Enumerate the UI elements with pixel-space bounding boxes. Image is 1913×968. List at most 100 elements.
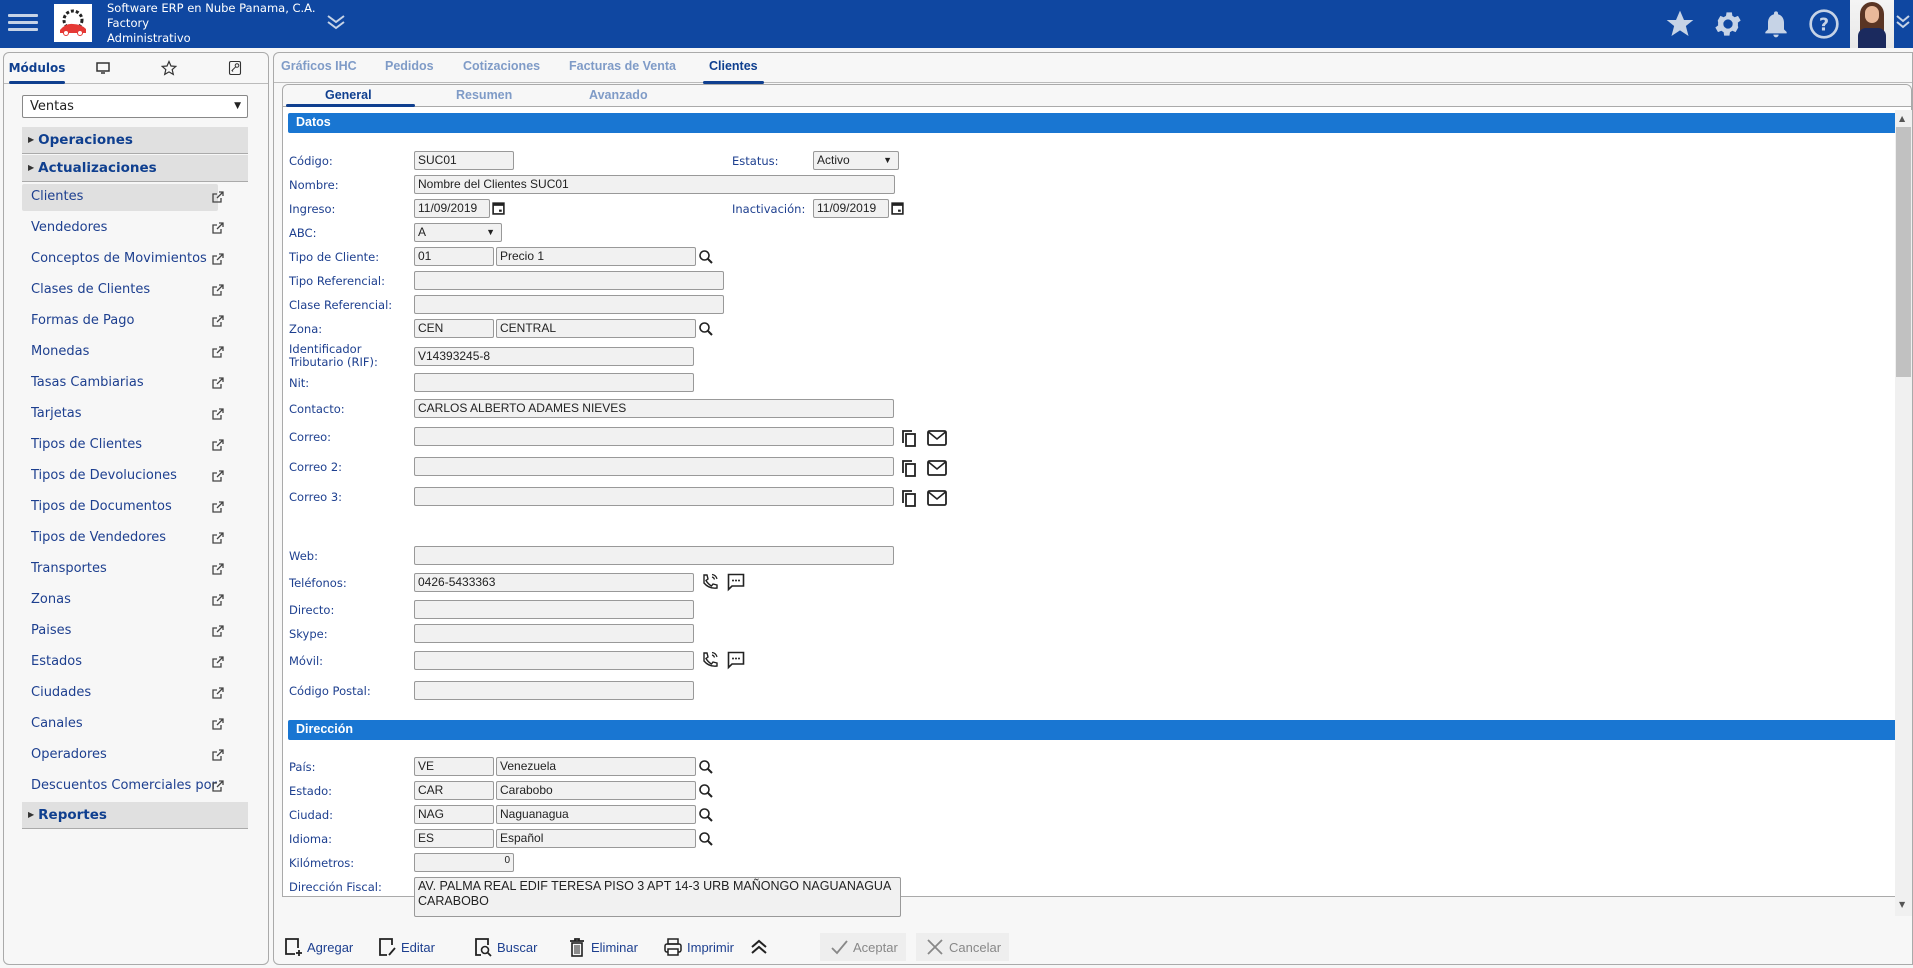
open-external-icon[interactable] bbox=[211, 190, 225, 204]
open-external-icon[interactable] bbox=[211, 655, 225, 669]
expand-icon[interactable] bbox=[325, 12, 347, 36]
cancelar-button[interactable]: Cancelar bbox=[916, 933, 1010, 961]
open-external-icon[interactable] bbox=[211, 438, 225, 452]
movil-field[interactable] bbox=[414, 651, 694, 670]
scrollbar-thumb[interactable] bbox=[1896, 127, 1911, 377]
correo2-field[interactable] bbox=[414, 457, 894, 476]
mail-icon[interactable] bbox=[926, 429, 948, 447]
open-external-icon[interactable] bbox=[211, 717, 225, 731]
idioma-name-field[interactable]: Español bbox=[496, 829, 696, 848]
codigo-postal-field[interactable] bbox=[414, 681, 694, 700]
scroll-up-arrow-icon[interactable]: ▲ bbox=[1899, 114, 1905, 123]
open-external-icon[interactable] bbox=[211, 748, 225, 762]
open-external-icon[interactable] bbox=[211, 252, 225, 266]
search-icon[interactable] bbox=[698, 249, 714, 265]
agregar-button[interactable]: Agregar bbox=[282, 933, 353, 961]
group-operaciones[interactable]: ▶ Operaciones bbox=[22, 127, 248, 154]
open-external-icon[interactable] bbox=[211, 686, 225, 700]
tipo-cliente-code-field[interactable]: 01 bbox=[414, 247, 494, 266]
buscar-button[interactable]: Buscar bbox=[472, 933, 537, 961]
kilometros-field[interactable]: 0 bbox=[414, 853, 514, 872]
tab-clientes[interactable]: Clientes bbox=[703, 59, 764, 84]
form-scrollbar[interactable]: ▲ ▼ bbox=[1895, 110, 1912, 916]
open-external-icon[interactable] bbox=[211, 779, 225, 793]
clase-referencial-field[interactable] bbox=[414, 295, 724, 314]
pais-code-field[interactable]: VE bbox=[414, 757, 494, 776]
editar-button[interactable]: Editar bbox=[376, 933, 435, 961]
subtab-avanzado[interactable]: Avanzado bbox=[589, 88, 648, 102]
bell-icon[interactable] bbox=[1760, 8, 1792, 40]
open-external-icon[interactable] bbox=[211, 469, 225, 483]
open-external-icon[interactable] bbox=[211, 283, 225, 297]
codigo-field[interactable]: SUC01 bbox=[414, 151, 514, 170]
avatar[interactable] bbox=[1850, 0, 1894, 48]
zona-name-field[interactable]: CENTRAL bbox=[496, 319, 696, 338]
directo-field[interactable] bbox=[414, 600, 694, 619]
tab-cotizaciones[interactable]: Cotizaciones bbox=[463, 59, 540, 73]
sms-icon[interactable] bbox=[726, 650, 746, 670]
telefonos-field[interactable]: 0426-5433363 bbox=[414, 573, 694, 592]
tab-pedidos[interactable]: Pedidos bbox=[385, 59, 434, 73]
open-external-icon[interactable] bbox=[211, 407, 225, 421]
estado-name-field[interactable]: Carabobo bbox=[496, 781, 696, 800]
idioma-code-field[interactable]: ES bbox=[414, 829, 494, 848]
group-reportes[interactable]: ▶ Reportes bbox=[22, 802, 248, 829]
search-icon[interactable] bbox=[698, 759, 714, 775]
tab-facturas-venta[interactable]: Facturas de Venta bbox=[569, 59, 676, 73]
copy-icon[interactable] bbox=[900, 488, 918, 508]
correo3-field[interactable] bbox=[414, 487, 894, 506]
phone-call-icon[interactable] bbox=[700, 650, 720, 670]
search-icon[interactable] bbox=[698, 831, 714, 847]
copy-icon[interactable] bbox=[900, 428, 918, 448]
imprimir-button[interactable]: Imprimir bbox=[662, 933, 734, 961]
pais-name-field[interactable]: Venezuela bbox=[496, 757, 696, 776]
sms-icon[interactable] bbox=[726, 572, 746, 592]
aceptar-button[interactable]: Aceptar bbox=[820, 933, 906, 961]
subtab-resumen[interactable]: Resumen bbox=[456, 88, 512, 102]
eliminar-button[interactable]: Eliminar bbox=[566, 933, 638, 961]
tipo-cliente-name-field[interactable]: Precio 1 bbox=[496, 247, 696, 266]
search-icon[interactable] bbox=[698, 807, 714, 823]
copy-icon[interactable] bbox=[900, 458, 918, 478]
open-external-icon[interactable] bbox=[211, 624, 225, 638]
ciudad-name-field[interactable]: Naguanagua bbox=[496, 805, 696, 824]
tipo-referencial-field[interactable] bbox=[414, 271, 724, 290]
star-icon[interactable] bbox=[1664, 8, 1696, 40]
collapse-toolbar-button[interactable] bbox=[748, 933, 773, 961]
zona-code-field[interactable]: CEN bbox=[414, 319, 494, 338]
open-external-icon[interactable] bbox=[211, 221, 225, 235]
rif-field[interactable]: V14393245-8 bbox=[414, 347, 694, 366]
open-external-icon[interactable] bbox=[211, 376, 225, 390]
open-external-icon[interactable] bbox=[211, 531, 225, 545]
tab-desktop[interactable] bbox=[70, 53, 136, 83]
direccion-fiscal-textarea[interactable]: AV. PALMA REAL EDIF TERESA PISO 3 APT 14… bbox=[414, 877, 901, 917]
mail-icon[interactable] bbox=[926, 489, 948, 507]
estado-code-field[interactable]: CAR bbox=[414, 781, 494, 800]
mail-icon[interactable] bbox=[926, 459, 948, 477]
estatus-select[interactable]: Activo ▼ bbox=[813, 151, 899, 170]
calendar-icon[interactable] bbox=[492, 201, 505, 215]
contacto-field[interactable]: CARLOS ALBERTO ADAMES NIEVES bbox=[414, 399, 894, 418]
chevron-down-icon[interactable] bbox=[1896, 12, 1910, 35]
skype-field[interactable] bbox=[414, 624, 694, 643]
search-icon[interactable] bbox=[698, 783, 714, 799]
ciudad-code-field[interactable]: NAG bbox=[414, 805, 494, 824]
web-field[interactable] bbox=[414, 546, 894, 565]
open-external-icon[interactable] bbox=[211, 562, 225, 576]
help-icon[interactable]: ? bbox=[1808, 8, 1840, 40]
abc-select[interactable]: A ▼ bbox=[414, 223, 502, 242]
open-external-icon[interactable] bbox=[211, 593, 225, 607]
nit-field[interactable] bbox=[414, 373, 694, 392]
subtab-general[interactable]: General bbox=[325, 88, 372, 102]
calendar-icon[interactable] bbox=[891, 201, 904, 215]
phone-call-icon[interactable] bbox=[700, 572, 720, 592]
tab-graficos-ihc[interactable]: Gráficos IHC bbox=[281, 59, 357, 73]
menu-icon[interactable] bbox=[8, 10, 38, 36]
group-actualizaciones[interactable]: ▶ Actualizaciones bbox=[22, 155, 248, 182]
search-icon[interactable] bbox=[698, 321, 714, 337]
gear-icon[interactable] bbox=[1712, 8, 1744, 40]
sidebar-item[interactable]: Clientes bbox=[22, 184, 218, 211]
tab-favorites[interactable] bbox=[136, 53, 202, 83]
open-external-icon[interactable] bbox=[211, 345, 225, 359]
ingreso-date-field[interactable]: 11/09/2019 bbox=[414, 199, 490, 218]
